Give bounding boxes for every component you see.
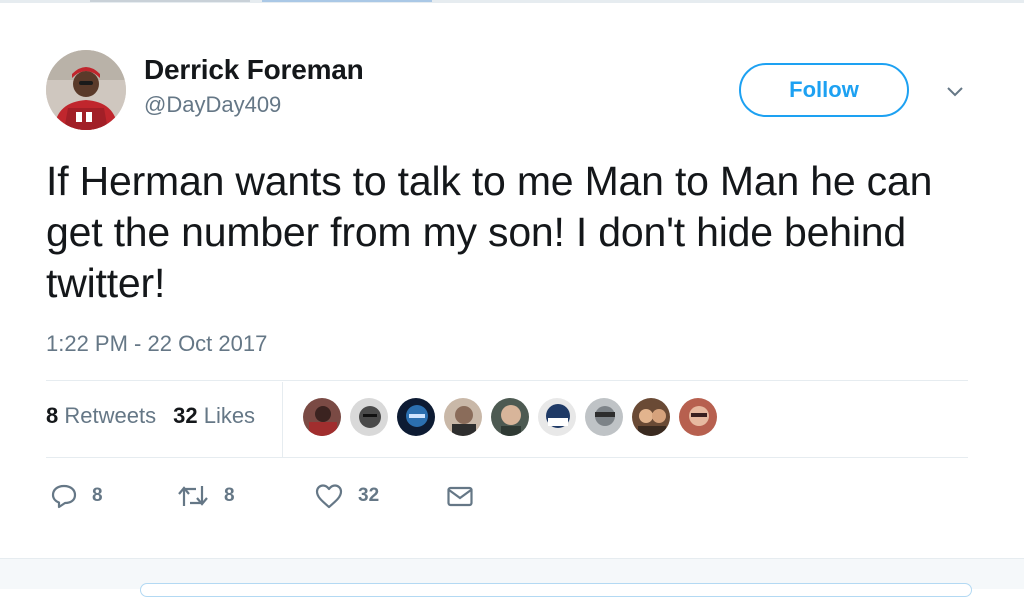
direct-message-button[interactable] xyxy=(446,478,474,514)
author-display-name[interactable]: Derrick Foreman xyxy=(144,54,364,86)
reply-button[interactable]: 8 xyxy=(50,478,103,514)
reply-area xyxy=(0,558,1024,597)
like-button[interactable]: 32 xyxy=(314,478,379,514)
likes-stat[interactable]: 32 Likes xyxy=(173,403,255,429)
retweets-stat-label: Retweets xyxy=(64,403,157,428)
stats-vertical-divider xyxy=(282,382,283,458)
liker-avatar-9[interactable] xyxy=(678,397,718,437)
likes-stat-count: 32 xyxy=(173,403,198,428)
chevron-down-icon xyxy=(947,87,963,97)
reply-input-edge[interactable] xyxy=(140,583,972,597)
liker-avatar-4[interactable] xyxy=(443,397,483,437)
author-handle[interactable]: @DayDay409 xyxy=(144,92,281,118)
liker-avatar-6[interactable] xyxy=(537,397,577,437)
liker-avatar-5[interactable] xyxy=(490,397,530,437)
author-avatar[interactable] xyxy=(46,50,126,130)
retweets-stat[interactable]: 8 Retweets xyxy=(46,403,156,429)
tweet-actions: 8 8 32 xyxy=(0,478,1024,514)
avatar-photo xyxy=(46,50,126,130)
like-count: 32 xyxy=(358,485,380,506)
actions-top-divider xyxy=(46,457,968,458)
envelope-icon xyxy=(447,486,473,507)
tweet-timestamp[interactable]: 1:22 PM - 22 Oct 2017 xyxy=(46,331,267,357)
tweet-text: If Herman wants to talk to me Man to Man… xyxy=(46,158,933,306)
liker-avatar-8[interactable] xyxy=(631,397,671,437)
cropped-text-fragment xyxy=(90,0,250,2)
likes-stat-label: Likes xyxy=(203,403,256,428)
retweets-stat-count: 8 xyxy=(46,403,59,428)
liker-avatar-7[interactable] xyxy=(584,397,624,437)
tweet-menu-button[interactable] xyxy=(940,80,970,104)
liker-avatar-2[interactable] xyxy=(349,397,389,437)
liker-avatar-1[interactable] xyxy=(302,397,342,437)
retweet-count: 8 xyxy=(224,485,235,506)
liker-avatar-3[interactable] xyxy=(396,397,436,437)
reply-count: 8 xyxy=(92,485,103,506)
follow-button[interactable]: Follow xyxy=(739,63,909,117)
stats-top-divider xyxy=(46,380,968,381)
cropped-link-fragment xyxy=(262,0,432,2)
top-edge-strip xyxy=(0,0,1024,3)
retweet-button[interactable]: 8 xyxy=(176,478,235,514)
reply-icon xyxy=(51,484,77,509)
heart-icon xyxy=(315,484,343,509)
retweet-icon xyxy=(178,486,208,506)
tweet-stats: 8 Retweets 32 Likes xyxy=(46,403,255,429)
